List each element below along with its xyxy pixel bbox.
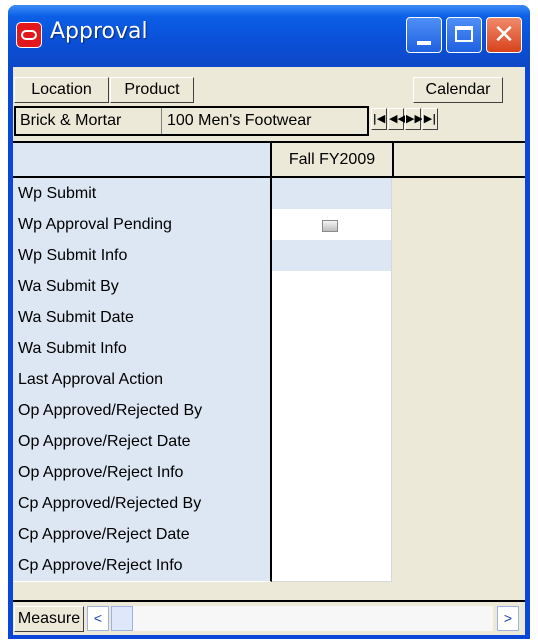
approval-window: Approval ✕ Location Product Calendar Bri… — [8, 5, 530, 639]
dimension-divider — [161, 108, 162, 134]
grid-cell[interactable] — [272, 178, 392, 210]
close-button[interactable]: ✕ — [486, 17, 522, 53]
scroll-right-icon[interactable]: > — [497, 606, 519, 631]
location-value[interactable]: Brick & Mortar — [20, 108, 121, 134]
grid-cell[interactable] — [272, 240, 392, 272]
row-label: Wp Approval Pending — [13, 209, 272, 241]
measure-dimension-button[interactable]: Measure — [14, 606, 84, 632]
approval-pending-checkbox[interactable] — [322, 220, 338, 232]
grid-cell[interactable] — [272, 488, 392, 520]
grid-cell[interactable] — [272, 271, 392, 303]
grid-cell[interactable] — [272, 209, 392, 241]
row-label: Wp Submit Info — [13, 240, 272, 272]
window-title: Approval — [50, 19, 148, 44]
grid-cell[interactable] — [272, 426, 392, 458]
grid-cell[interactable] — [272, 333, 392, 365]
previous-page-icon[interactable]: ◀◀ — [388, 108, 406, 130]
maximize-button[interactable] — [446, 17, 482, 53]
row-label: Op Approved/Rejected By — [13, 395, 272, 427]
last-page-icon[interactable]: ▶| — [422, 108, 438, 130]
row-label: Cp Approved/Rejected By — [13, 488, 272, 520]
row-label: Wp Submit — [13, 178, 272, 210]
grid-header: Fall FY2009 — [13, 141, 525, 178]
column-header-fall-fy2009[interactable]: Fall FY2009 — [272, 143, 394, 176]
close-icon: ✕ — [493, 20, 515, 50]
scroll-left-icon[interactable]: < — [87, 606, 109, 631]
row-label: Op Approve/Reject Date — [13, 426, 272, 458]
grid-cell[interactable] — [272, 395, 392, 427]
minimize-button[interactable] — [406, 17, 442, 53]
row-label: Wa Submit Date — [13, 302, 272, 334]
row-label: Wa Submit Info — [13, 333, 272, 365]
oracle-app-icon — [16, 22, 42, 48]
bottom-bar: Measure < > — [13, 600, 525, 635]
horizontal-scroll-track[interactable] — [133, 606, 493, 631]
maximize-icon — [455, 26, 473, 42]
grid-cell[interactable] — [272, 364, 392, 396]
first-page-icon[interactable]: |◀ — [371, 108, 387, 130]
horizontal-scroll-thumb[interactable] — [111, 606, 133, 631]
location-dimension-button[interactable]: Location — [14, 77, 109, 103]
product-dimension-button[interactable]: Product — [110, 77, 194, 103]
row-label: Last Approval Action — [13, 364, 272, 396]
page-navigator: |◀ ◀◀ ▶▶ ▶| — [371, 107, 439, 133]
row-label: Cp Approve/Reject Info — [13, 550, 272, 582]
approval-client-area: Location Product Calendar Brick & Mortar… — [13, 67, 525, 635]
product-value[interactable]: 100 Men's Footwear — [167, 108, 311, 134]
grid-cell[interactable] — [272, 302, 392, 334]
grid-cell[interactable] — [272, 457, 392, 489]
title-bar[interactable]: Approval ✕ — [8, 5, 530, 67]
dimension-value-bar: Brick & Mortar 100 Men's Footwear — [14, 106, 369, 136]
grid-corner — [13, 143, 272, 176]
row-label: Cp Approve/Reject Date — [13, 519, 272, 551]
row-label: Wa Submit By — [13, 271, 272, 303]
grid-cell[interactable] — [272, 519, 392, 551]
grid-cell[interactable] — [272, 550, 392, 582]
next-page-icon[interactable]: ▶▶ — [405, 108, 423, 130]
calendar-dimension-button[interactable]: Calendar — [413, 77, 503, 103]
minimize-icon — [417, 41, 431, 45]
row-label: Op Approve/Reject Info — [13, 457, 272, 489]
